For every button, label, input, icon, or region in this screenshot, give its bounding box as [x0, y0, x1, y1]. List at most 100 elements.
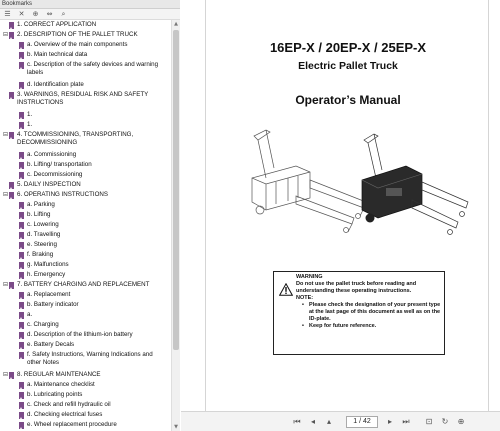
bookmark-flag-icon	[19, 311, 24, 319]
bookmark-item[interactable]: f. Braking	[12, 251, 53, 259]
bookmark-label: c. Check and refill hydraulic oil	[27, 401, 111, 408]
scrollbar-thumb[interactable]	[173, 30, 179, 350]
bookmark-item[interactable]: h. Emergency	[12, 271, 65, 279]
bookmark-item[interactable]: 1. CORRECT APPLICATION	[2, 21, 96, 29]
bookmark-item[interactable]: d. Checking electrical fuses	[12, 411, 102, 419]
delete-icon[interactable]: ✕	[17, 10, 26, 18]
warning-triangle-icon	[279, 283, 293, 296]
bookmark-item[interactable]: d. Description of the lithium-ion batter…	[12, 331, 133, 339]
bookmark-flag-icon	[9, 31, 14, 39]
first-page-icon[interactable]: ⏮	[291, 416, 303, 428]
warning-bullet: Please check the designation of your pre…	[309, 302, 441, 322]
bookmark-label: 1.	[27, 111, 33, 118]
bookmark-flag-icon	[19, 61, 24, 69]
bookmark-item[interactable]: b. Main technical data	[12, 51, 87, 59]
bookmark-flag-icon	[19, 221, 24, 229]
rotate-icon[interactable]: ↻	[439, 416, 451, 428]
bookmark-item[interactable]: g. Malfunctions	[12, 261, 69, 269]
bookmark-label: d. Identification plate	[27, 81, 84, 88]
bookmark-item[interactable]: c. Check and refill hydraulic oil	[12, 401, 111, 409]
bookmark-item[interactable]: c. Decommissioning	[12, 171, 82, 179]
bookmark-flag-icon	[9, 281, 14, 289]
bookmark-item[interactable]: 1.	[12, 111, 32, 119]
bookmark-item[interactable]: d. Travelling	[12, 231, 60, 239]
bookmark-item[interactable]: b. Battery indicator	[12, 301, 79, 309]
bookmark-label: 2. DESCRIPTION OF THE PALLET TRUCK	[17, 31, 138, 38]
page-number-input[interactable]: 1 / 42	[346, 416, 378, 428]
bookmark-item[interactable]: b. Lifting/ transportation	[12, 161, 92, 169]
bookmark-item[interactable]: e. Wheel replacement procedure	[12, 421, 117, 429]
bookmark-item[interactable]: ⊟ 6. OPERATING INSTRUCTIONS	[2, 191, 108, 199]
bookmark-label: b. Battery indicator	[27, 301, 79, 308]
bookmark-flag-icon	[19, 51, 24, 59]
bookmark-flag-icon	[19, 291, 24, 299]
page-up-icon[interactable]: ▴	[323, 416, 335, 428]
bookmark-flag-icon	[9, 131, 14, 139]
new-bookmark-icon[interactable]: ⊕	[31, 10, 40, 18]
options-icon[interactable]: ☰	[3, 10, 12, 18]
bookmark-flag-icon	[19, 411, 24, 419]
scroll-down-icon[interactable]: ▼	[172, 423, 180, 431]
bookmark-label: e. Battery Decals	[27, 341, 75, 348]
bookmark-flag-icon	[19, 391, 24, 399]
bookmark-flag-icon	[19, 351, 24, 359]
bookmark-item[interactable]: f. Safety Instructions, Warning Indicati…	[12, 351, 167, 367]
bookmark-flag-icon	[19, 111, 24, 119]
bookmark-item[interactable]: ⊟ 2. DESCRIPTION OF THE PALLET TRUCK	[2, 31, 138, 39]
bookmark-label: b. Lubricating points	[27, 391, 83, 398]
bookmark-flag-icon	[19, 421, 24, 429]
previous-page-icon[interactable]: ◂	[307, 416, 319, 428]
bookmark-item[interactable]: a. Commissioning	[12, 151, 76, 159]
bookmark-item[interactable]: d. Identification plate	[12, 81, 84, 89]
bookmark-item[interactable]: 3. WARNINGS, RESIDUAL RISK AND SAFETY IN…	[2, 91, 167, 107]
bookmark-item[interactable]: ⊟ 8. REGULAR MAINTENANCE	[2, 371, 101, 379]
collapse-toggle-icon[interactable]: ⊟	[2, 371, 9, 379]
bookmark-item[interactable]: ⊟ 7. BATTERY CHARGING AND REPLACEMENT	[2, 281, 149, 289]
expand-icon[interactable]: ⇔	[45, 10, 54, 18]
fit-page-icon[interactable]: ⊡	[423, 416, 435, 428]
bookmark-item[interactable]: b. Lifting	[12, 211, 50, 219]
bookmark-label: d. Description of the lithium-ion batter…	[27, 331, 133, 338]
collapse-toggle-icon[interactable]: ⊟	[2, 191, 9, 199]
bookmark-flag-icon	[9, 191, 14, 199]
bookmark-label: c. Decommissioning	[27, 171, 83, 178]
bookmark-label: a. Overview of the main components	[27, 41, 128, 48]
bookmark-item[interactable]: b. Lubricating points	[12, 391, 82, 399]
collapse-toggle-icon[interactable]: ⊟	[2, 281, 9, 289]
bookmark-flag-icon	[19, 121, 24, 129]
find-icon[interactable]: ⌕	[59, 10, 68, 18]
bookmark-label: c. Charging	[27, 321, 59, 328]
bookmark-flag-icon	[19, 251, 24, 259]
bookmark-item[interactable]: a. Overview of the main components	[12, 41, 127, 49]
bookmark-item[interactable]: 1.	[12, 121, 32, 129]
bookmark-flag-icon	[19, 81, 24, 89]
bookmark-item[interactable]: c. Charging	[12, 321, 59, 329]
collapse-toggle-icon[interactable]: ⊟	[2, 31, 9, 39]
collapse-toggle-icon[interactable]: ⊟	[2, 131, 9, 139]
bookmark-item[interactable]: c. Description of the safety devices and…	[12, 61, 167, 77]
document-view[interactable]: 16EP-X / 20EP-X / 25EP-X Electric Pallet…	[181, 0, 500, 431]
bookmark-item[interactable]: a. Parking	[12, 201, 55, 209]
bookmark-item[interactable]: ⊟ 4. TCOMMISSIONING, TRANSPORTING, DECOMM…	[2, 131, 167, 147]
truck-outline-drawing	[251, 129, 367, 233]
bookmark-label: 4. TCOMMISSIONING, TRANSPORTING, DECOMMI…	[17, 131, 134, 146]
last-page-icon[interactable]: ⏭	[400, 416, 412, 428]
bookmark-flag-icon	[19, 261, 24, 269]
bookmark-item[interactable]: c. Lowering	[12, 221, 59, 229]
bookmark-label: b. Lifting/ transportation	[27, 161, 92, 168]
bookmarks-scrollbar[interactable]: ▲ ▼	[171, 20, 180, 431]
bookmark-item[interactable]: a.	[12, 311, 32, 319]
bookmark-item[interactable]: 5. DAILY INSPECTION	[2, 181, 81, 189]
zoom-icon[interactable]: ⊕	[455, 416, 467, 428]
bookmark-item[interactable]: a. Maintenance checklist	[12, 381, 95, 389]
bookmark-flag-icon	[19, 231, 24, 239]
bookmark-item[interactable]: a. Replacement	[12, 291, 70, 299]
bookmark-label: f. Safety Instructions, Warning Indicati…	[27, 351, 153, 366]
bookmark-flag-icon	[19, 41, 24, 49]
document-title: 16EP-X / 20EP-X / 25EP-X	[269, 40, 427, 55]
bookmark-item[interactable]: e. Battery Decals	[12, 341, 74, 349]
next-page-icon[interactable]: ▸	[384, 416, 396, 428]
bookmark-label: a.	[27, 311, 33, 318]
bookmark-item[interactable]: e. Steering	[12, 241, 57, 249]
scroll-up-icon[interactable]: ▲	[172, 20, 180, 28]
